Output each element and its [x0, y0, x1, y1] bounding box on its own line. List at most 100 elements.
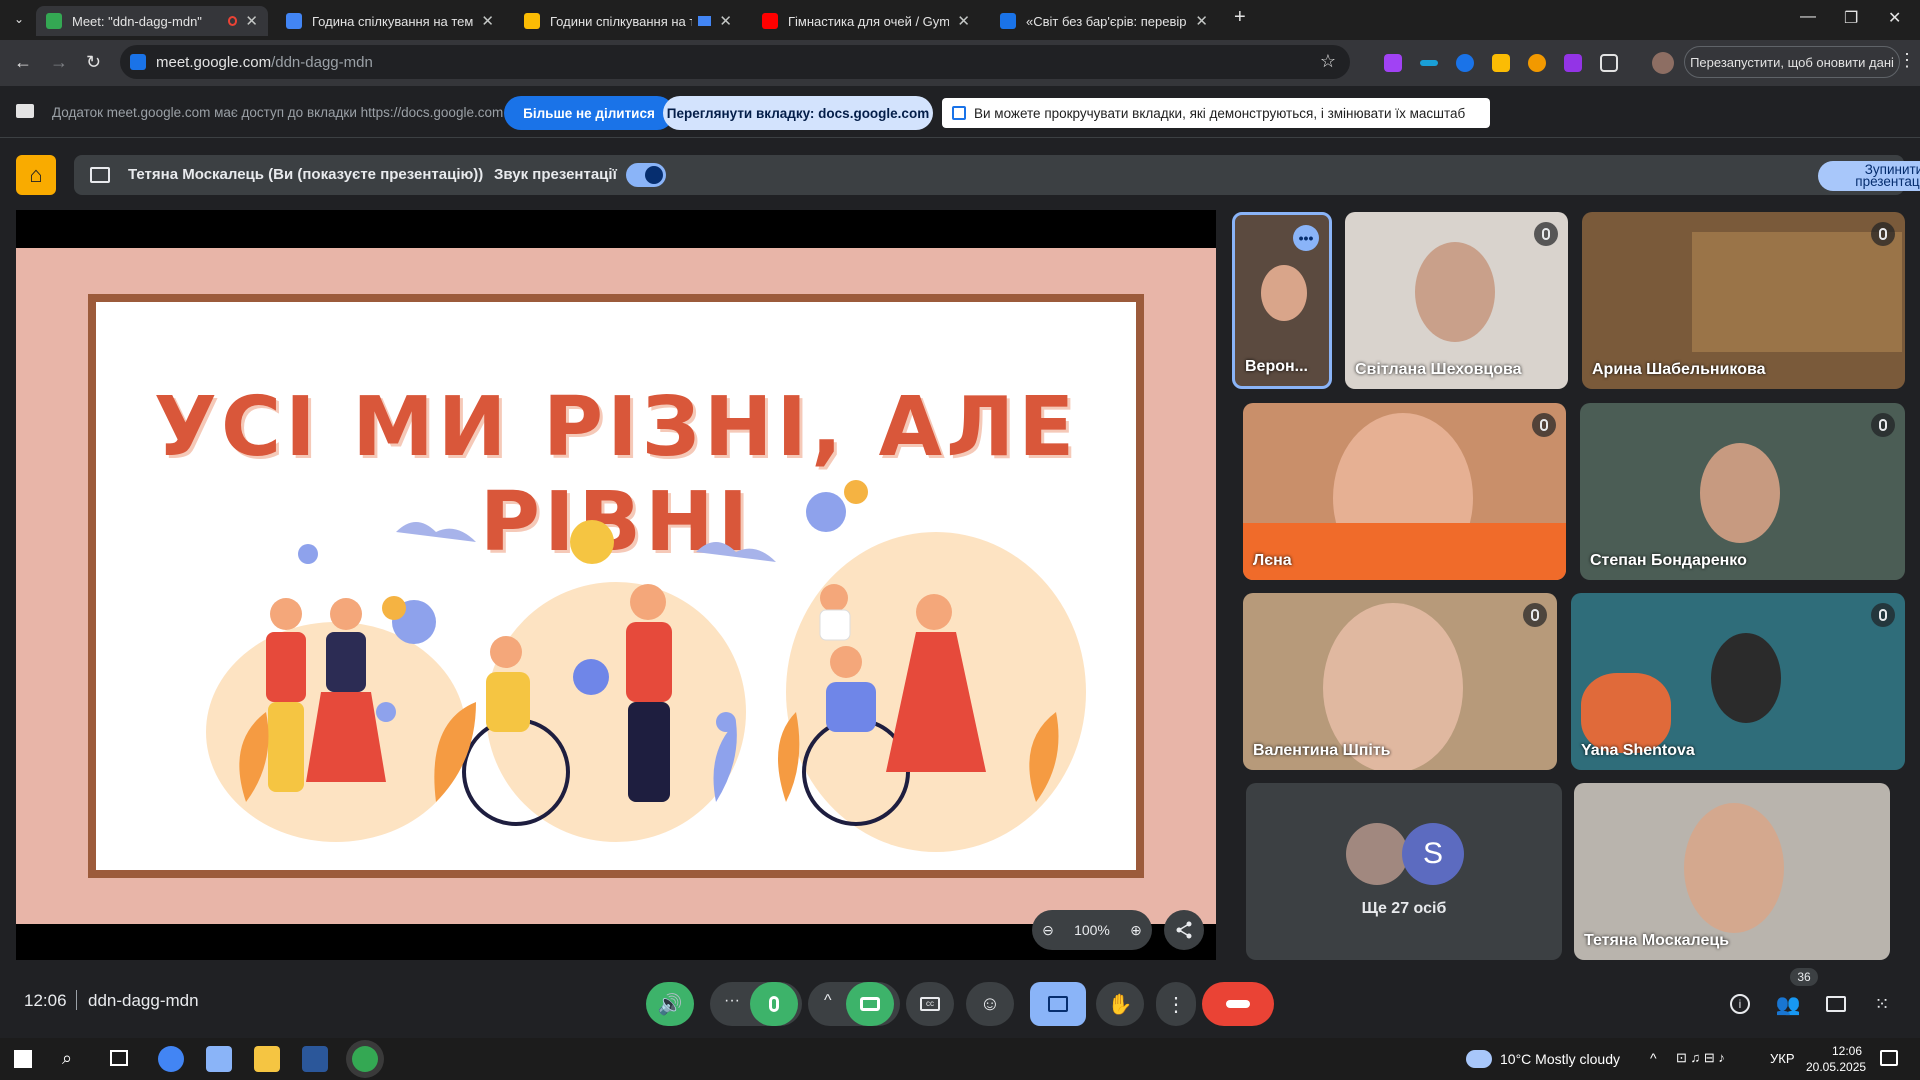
close-tab-icon[interactable]: ✕ — [481, 12, 494, 30]
participant-name: Лєна — [1253, 552, 1292, 569]
mic-glyph — [1879, 419, 1887, 431]
leave-call-button[interactable] — [1202, 982, 1274, 1026]
new-tab-icon[interactable]: + — [1234, 6, 1246, 29]
stop-presenting-button[interactable]: Зупинити презентацію — [1818, 161, 1920, 191]
tab-search-icon[interactable]: ⌄ — [14, 12, 24, 26]
tab-sharing-bar: Додаток meet.google.com має доступ до вк… — [0, 86, 1920, 138]
others-tile[interactable]: S Ще 27 осіб — [1246, 783, 1562, 960]
extension-feather-icon[interactable] — [1384, 54, 1402, 72]
hang-up-icon — [1226, 1000, 1250, 1008]
extensions-puzzle-icon[interactable] — [1600, 54, 1618, 72]
forward-icon[interactable]: → — [50, 52, 68, 73]
present-screen-icon — [90, 167, 110, 183]
tray-date: 20.05.2025 — [1806, 1060, 1867, 1074]
search-icon[interactable]: ⌕ — [62, 1048, 72, 1069]
tab-slides[interactable]: Години спілкування на тем ✕ — [514, 6, 742, 36]
activities-button[interactable]: ⁙ — [1868, 990, 1896, 1018]
tab-youtube[interactable]: Гімнастика для очей / Gymnas ✕ — [752, 6, 980, 36]
participant-tile[interactable]: Степан Бондаренко — [1580, 403, 1905, 580]
tab-meet[interactable]: Meet: "ddn-dagg-mdn" ✕ — [36, 6, 268, 36]
youtube-icon — [762, 13, 778, 29]
participant-name: Валентина Шпіть — [1253, 742, 1391, 759]
browser-toolbar: ← → ↻ meet.google.com/ddn-dagg-mdn ☆ Пер… — [0, 40, 1920, 86]
speaker-button[interactable]: 🔊 — [646, 982, 694, 1026]
close-window-icon[interactable]: ✕ — [1888, 8, 1901, 28]
reload-icon[interactable]: ↻ — [86, 52, 101, 73]
browser-tab-strip: ⌄ Meet: "ddn-dagg-mdn" ✕ Година спілкува… — [0, 0, 1920, 40]
mic-glyph — [1540, 419, 1548, 431]
tab-site[interactable]: «Світ без бар'єрів: перевір се ✕ — [990, 6, 1218, 36]
mic-off-icon — [1532, 413, 1556, 437]
close-tab-icon[interactable]: ✕ — [719, 12, 732, 30]
stop-sharing-button[interactable]: Більше не ділитися — [504, 96, 674, 130]
presentation-stage: УСІ МИ РІЗНІ, АЛЕ РІВНІ — [16, 210, 1216, 960]
microphone-icon — [769, 996, 779, 1012]
close-tab-icon[interactable]: ✕ — [957, 12, 970, 30]
mic-off-icon — [1871, 413, 1895, 437]
relaunch-button[interactable]: Перезапустити, щоб оновити дані — [1684, 46, 1900, 78]
bookmark-star-icon[interactable]: ☆ — [1320, 51, 1336, 72]
close-tab-icon[interactable]: ✕ — [1195, 12, 1208, 30]
camera-button[interactable] — [846, 982, 894, 1026]
address-bar[interactable]: meet.google.com/ddn-dagg-mdn ☆ — [120, 45, 1350, 79]
zoom-out-icon[interactable]: ⊖ — [1042, 922, 1054, 939]
zoom-in-icon[interactable]: ⊕ — [1130, 922, 1142, 939]
windows-start-icon[interactable] — [14, 1050, 32, 1068]
microphone-button[interactable] — [750, 982, 798, 1026]
app-icon[interactable] — [206, 1046, 232, 1072]
participant-tile[interactable]: Тетяна Москалець — [1574, 783, 1890, 960]
site-icon — [1000, 13, 1016, 29]
zoom-controls: ⊖ 100% ⊕ — [1032, 910, 1152, 950]
raise-hand-button[interactable]: ✋ — [1096, 982, 1144, 1026]
meet-companion-icon[interactable]: ⌂ — [16, 155, 56, 195]
extension-l-icon[interactable] — [1492, 54, 1510, 72]
participant-tile[interactable]: Арина Шабельникова — [1582, 212, 1905, 389]
extension-circle-icon[interactable] — [1456, 54, 1474, 72]
keyboard-language[interactable]: УКР — [1770, 1051, 1795, 1066]
meet-camera-icon — [130, 54, 146, 70]
profile-avatar[interactable] — [1652, 52, 1674, 74]
extension-wave-icon[interactable] — [1420, 60, 1438, 66]
chat-button[interactable] — [1822, 990, 1850, 1018]
more-options-button[interactable]: ⋮ — [1156, 982, 1196, 1026]
present-now-button[interactable] — [1030, 982, 1086, 1026]
participant-tile[interactable]: Світлана Шеховцова — [1345, 212, 1568, 389]
more-options-icon[interactable]: ••• — [1293, 225, 1319, 251]
participant-tile[interactable]: Лєна — [1243, 403, 1566, 580]
chrome-active-icon[interactable] — [352, 1046, 378, 1072]
share-icon[interactable] — [1164, 910, 1204, 950]
tray-chevron-icon[interactable]: ^ — [1650, 1050, 1657, 1066]
captions-button[interactable]: cc — [906, 982, 954, 1026]
participant-tile[interactable]: Валентина Шпіть — [1243, 593, 1557, 770]
close-tab-icon[interactable]: ✕ — [245, 12, 258, 30]
tray-icons[interactable]: ⊡ ♫ ⊟ ♪ — [1676, 1050, 1725, 1066]
mic-off-icon — [1534, 222, 1558, 246]
weather-widget[interactable]: 10°C Mostly cloudy — [1500, 1051, 1620, 1067]
notification-icon[interactable] — [1880, 1050, 1898, 1066]
task-view-icon[interactable] — [110, 1050, 128, 1066]
people-count-badge: 36 — [1790, 968, 1818, 986]
participant-tile[interactable]: ••• Верон... — [1232, 212, 1332, 389]
minimize-icon[interactable]: — — [1800, 8, 1816, 26]
tray-time: 12:06 — [1831, 1044, 1862, 1058]
people-button[interactable]: 👥 — [1774, 990, 1802, 1018]
tab-title: «Світ без бар'єрів: перевір се — [1026, 13, 1188, 29]
extension-emoji-icon[interactable] — [1528, 54, 1546, 72]
browser-menu-icon[interactable]: ⋮ — [1898, 50, 1916, 71]
participant-tile[interactable]: Yana Shentova — [1571, 593, 1905, 770]
mic-off-icon — [1523, 603, 1547, 627]
tab-docs[interactable]: Година спілкування на тему: « ✕ — [276, 6, 504, 36]
windows-taskbar: ⌕ 10°C Mostly cloudy ^ ⊡ ♫ ⊟ ♪ УКР 12:06… — [0, 1038, 1920, 1080]
word-icon[interactable] — [302, 1046, 328, 1072]
presentation-audio-toggle[interactable] — [626, 163, 666, 187]
view-shared-tab-button[interactable]: Переглянути вкладку: docs.google.com — [663, 96, 933, 130]
background-coral — [1581, 673, 1671, 753]
file-explorer-icon[interactable] — [254, 1046, 280, 1072]
reactions-button[interactable]: ☺ — [966, 982, 1014, 1026]
taskbar-clock[interactable]: 12:06 20.05.2025 — [1806, 1043, 1867, 1075]
restore-icon[interactable]: ❐ — [1844, 8, 1858, 28]
back-icon[interactable]: ← — [14, 52, 32, 73]
meeting-details-button[interactable]: i — [1726, 990, 1754, 1018]
extension-b-icon[interactable] — [1564, 54, 1582, 72]
chrome-icon[interactable] — [158, 1046, 184, 1072]
